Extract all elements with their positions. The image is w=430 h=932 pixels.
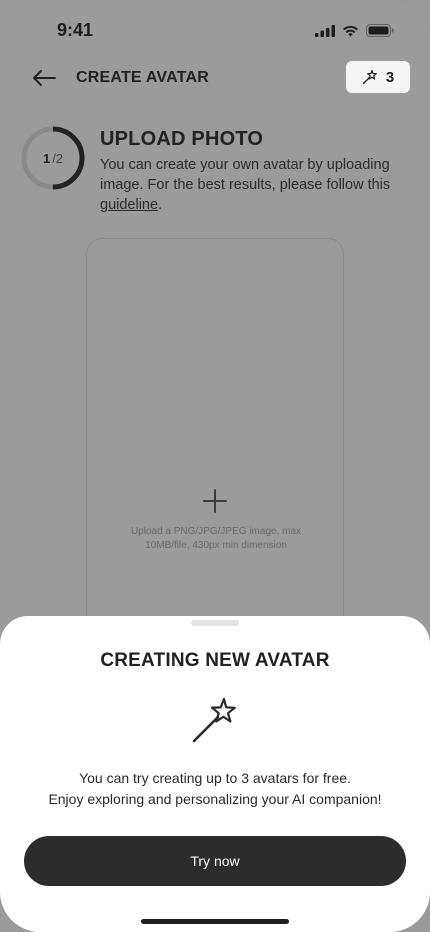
step-indicator: 1 /2 [20,125,86,191]
sheet-grabber[interactable] [191,620,239,626]
plus-icon [203,489,227,513]
upload-hint: Upload a PNG/JPG/JPEG image, max 10MB/fi… [130,526,302,551]
upload-section-description: You can create your own avatar by upload… [100,155,415,215]
magic-wand-icon [362,69,377,85]
upload-photo-area[interactable]: Upload a PNG/JPG/JPEG image, max 10MB/fi… [86,238,344,658]
status-time: 9:41 [57,20,94,40]
sheet-message-line-2: Enjoy exploring and personalizing your A… [48,791,382,807]
battery-icon [366,24,394,37]
sheet-message: You can try creating up to 3 avatars for… [0,768,430,810]
description-text: You can create your own avatar by upload… [100,157,391,193]
credits-badge[interactable]: 3 [346,61,410,93]
magic-wand-icon [192,697,236,743]
page-title: CREATE AVATAR [76,69,209,86]
bottom-sheet: CREATING NEW AVATAR You can try creating… [0,616,430,932]
home-indicator [141,919,289,924]
cellular-signal-icon [315,24,335,37]
wifi-icon [343,25,358,36]
step-current: 1 [42,150,51,166]
try-now-button[interactable]: Try now [24,836,406,886]
status-bar: 9:41 [0,0,430,60]
sheet-title: CREATING NEW AVATAR [100,650,330,671]
upload-section-title: UPLOAD PHOTO [100,128,264,150]
app-screen: 9:41 CREATE AVATAR 3 1 /2 UPLOAD PHOTO Y… [0,0,430,932]
credits-count: 3 [385,68,395,86]
description-end: . [158,197,163,213]
step-total: /2 [52,150,64,166]
guideline-link[interactable]: guideline [100,197,158,213]
back-button[interactable] [28,65,60,91]
top-navigation: CREATE AVATAR 3 [0,58,430,98]
status-icons [315,24,394,37]
sheet-message-line-1: You can try creating up to 3 avatars for… [79,770,351,786]
arrow-left-icon [33,70,56,86]
